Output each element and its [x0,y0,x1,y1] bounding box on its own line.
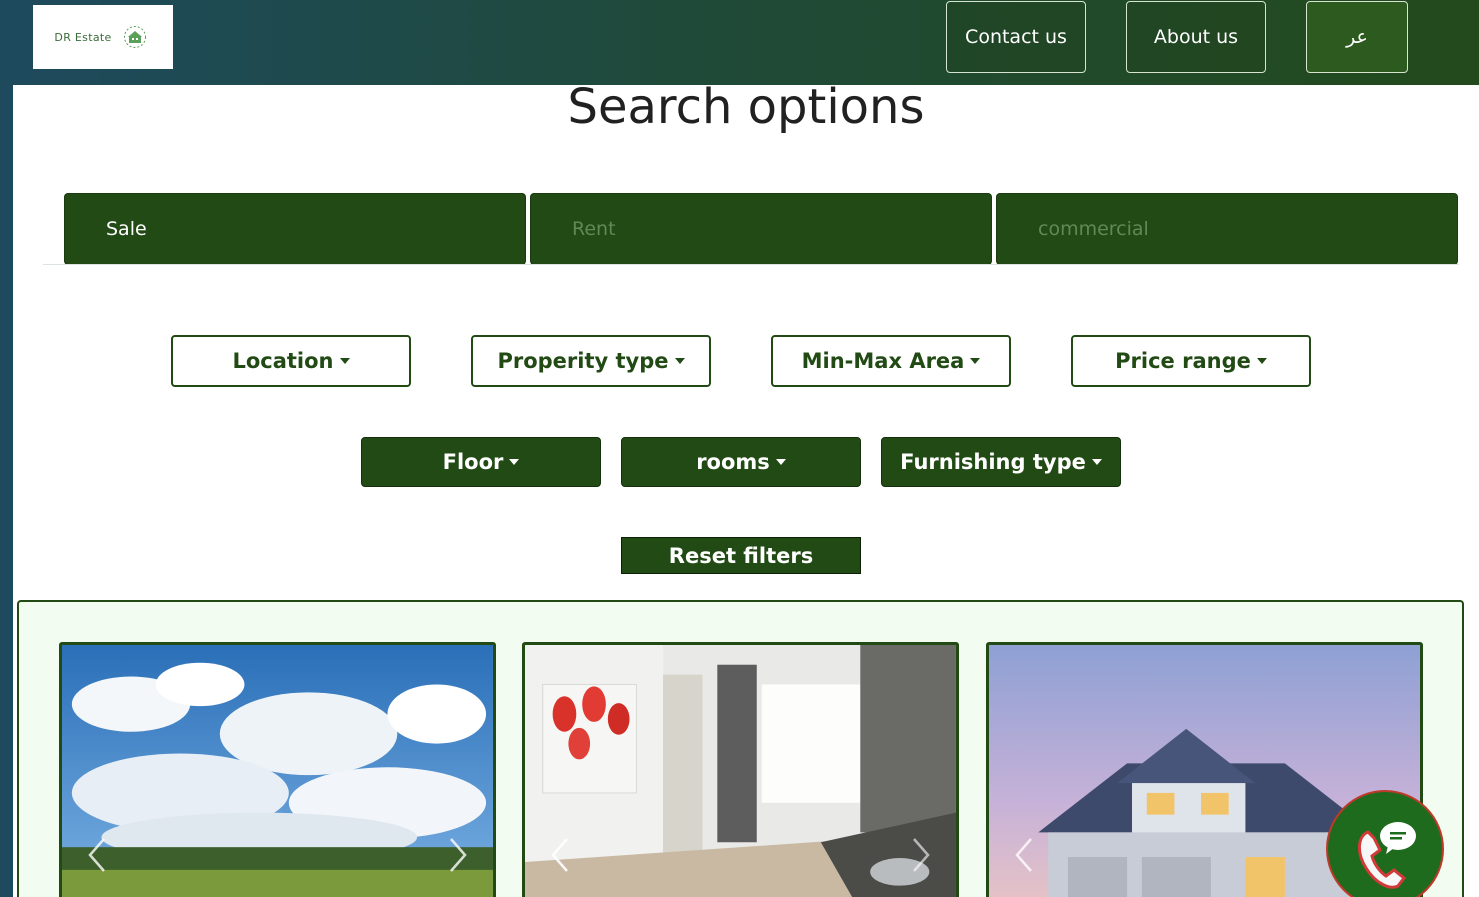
listing-card[interactable] [59,642,496,897]
landscape-clouds-photo [62,645,493,897]
location-dropdown[interactable]: Location [171,335,411,387]
furnishing-type-dropdown-label: Furnishing type [900,450,1086,474]
listings-container [17,600,1464,897]
carousel-prev-button[interactable] [84,835,110,875]
apartment-interior-photo [525,645,956,897]
area-range-dropdown-label: Min-Max Area [801,349,965,373]
tab-sale[interactable]: Sale [64,193,526,265]
phone-chat-icon [1358,822,1416,889]
contact-us-button[interactable]: Contact us [946,1,1086,73]
logo-text: DR Estate [54,30,112,44]
carousel-prev-button[interactable] [547,835,573,875]
caret-down-icon [509,459,520,465]
reset-filters-button[interactable]: Reset filters [621,537,861,574]
caret-down-icon [1256,358,1267,364]
floor-dropdown-label: Floor [442,450,504,474]
price-range-dropdown-label: Price range [1115,349,1251,373]
house-logo-icon [123,26,146,48]
caret-down-icon [775,459,786,465]
caret-down-icon [339,358,350,364]
chevron-right-icon [913,838,930,872]
page-title: Search options [567,79,925,135]
top-navbar: DR Estate Contact us About us عر [0,0,1479,85]
area-range-dropdown[interactable]: Min-Max Area [771,335,1011,387]
logo[interactable]: DR Estate [33,5,173,69]
carousel-prev-button[interactable] [1011,835,1037,875]
location-dropdown-label: Location [232,349,334,373]
carousel-next-button[interactable] [908,835,934,875]
tab-commercial[interactable]: commercial [996,193,1458,265]
listing-card[interactable] [522,642,959,897]
property-type-dropdown[interactable]: Properity type [471,335,711,387]
caret-down-icon [970,358,981,364]
furnishing-type-dropdown[interactable]: Furnishing type [881,437,1121,487]
chevron-left-icon [1015,838,1032,872]
search-panel: Search options Sale Rent commercial Loca… [13,79,1479,897]
caret-down-icon [1091,459,1102,465]
language-toggle-button[interactable]: عر [1306,1,1408,73]
chat-call-button[interactable] [1326,790,1444,897]
about-us-button[interactable]: About us [1126,1,1266,73]
property-type-dropdown-label: Properity type [497,349,669,373]
chevron-right-icon [450,838,467,872]
rooms-dropdown-label: rooms [696,450,770,474]
chevron-left-icon [88,838,105,872]
caret-down-icon [674,358,685,364]
tabs-divider [43,264,1459,265]
floor-dropdown[interactable]: Floor [361,437,601,487]
tab-rent[interactable]: Rent [530,193,992,265]
carousel-next-button[interactable] [445,835,471,875]
price-range-dropdown[interactable]: Price range [1071,335,1311,387]
chevron-left-icon [551,838,568,872]
rooms-dropdown[interactable]: rooms [621,437,861,487]
